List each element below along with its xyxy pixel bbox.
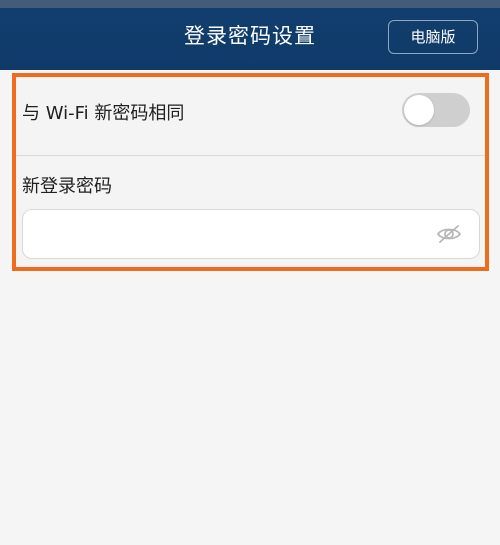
sync-with-wifi-row: 与 Wi-Fi 新密码相同 (12, 73, 488, 156)
sync-with-wifi-toggle[interactable] (402, 93, 470, 127)
new-password-input[interactable] (23, 210, 418, 258)
password-settings-panel: 与 Wi-Fi 新密码相同 新登录密码 (12, 73, 488, 270)
new-password-label: 新登录密码 (22, 176, 112, 197)
status-strip (0, 0, 500, 8)
eye-slash-icon[interactable] (435, 222, 463, 246)
sync-with-wifi-label: 与 Wi-Fi 新密码相同 (22, 103, 185, 124)
new-password-field[interactable] (22, 209, 480, 259)
toggle-knob (404, 95, 434, 125)
desktop-version-button[interactable]: 电脑版 (388, 20, 478, 54)
top-app-bar: 登录密码设置 电脑版 (0, 0, 500, 70)
